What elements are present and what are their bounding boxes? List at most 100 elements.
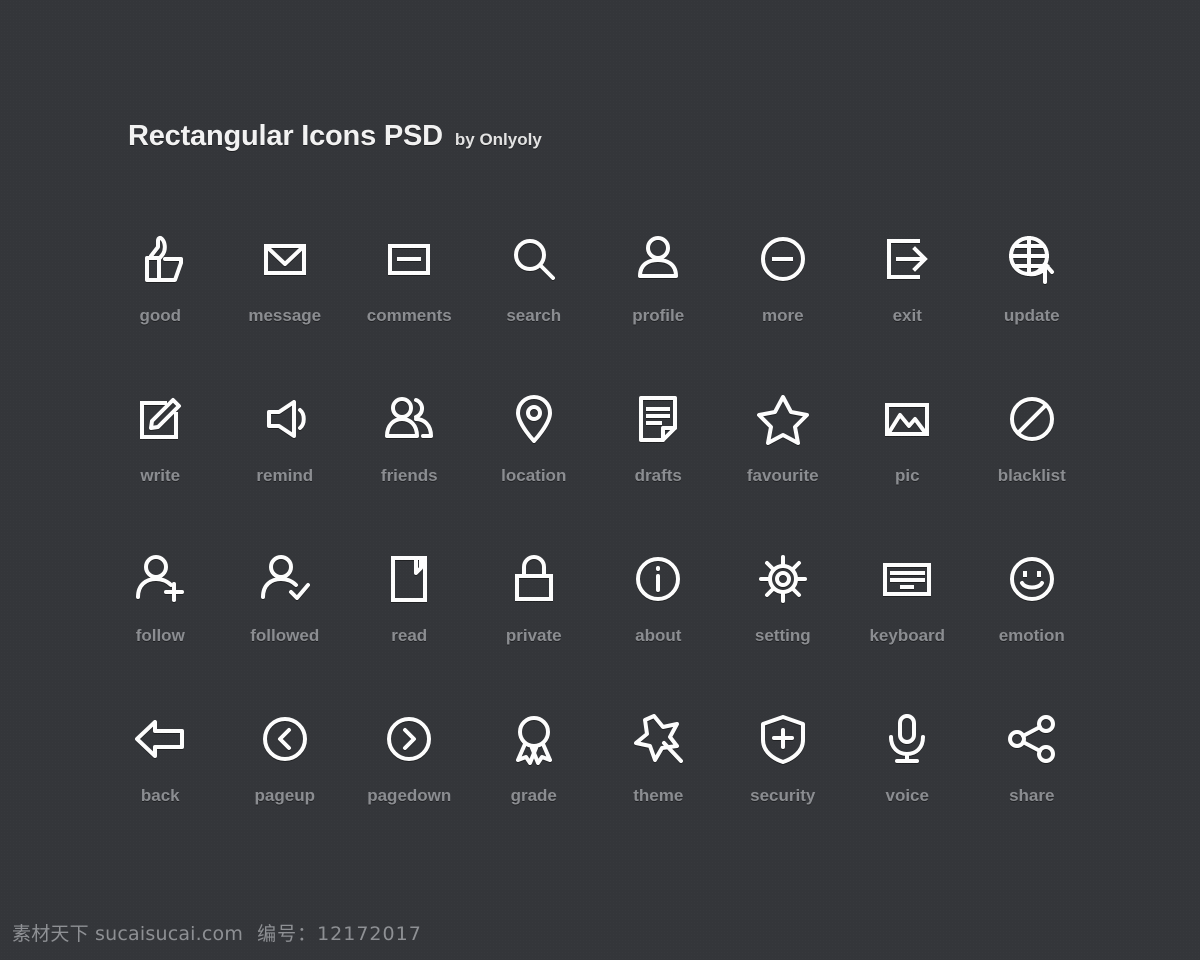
icon-cell-update[interactable]: update: [970, 228, 1095, 388]
icon-label: voice: [885, 786, 929, 805]
icon-cell-read[interactable]: read: [347, 548, 472, 708]
icon-cell-pic[interactable]: pic: [845, 388, 970, 548]
two-people-icon[interactable]: [378, 388, 440, 450]
icon-label: grade: [510, 786, 557, 805]
icon-cell-grade[interactable]: grade: [472, 708, 597, 868]
icon-cell-follow[interactable]: follow: [98, 548, 223, 708]
info-circle-icon[interactable]: [627, 548, 689, 610]
icon-label: theme: [633, 786, 684, 805]
gear-icon[interactable]: [752, 548, 814, 610]
icon-label: emotion: [998, 626, 1065, 645]
share-nodes-icon[interactable]: [1001, 708, 1063, 770]
map-pin-icon[interactable]: [503, 388, 565, 450]
back-arrow-icon[interactable]: [129, 708, 191, 770]
book-icon[interactable]: [378, 548, 440, 610]
icon-cell-more[interactable]: more: [721, 228, 846, 388]
icon-label: pageup: [254, 786, 315, 805]
icon-label: remind: [256, 466, 314, 485]
icon-cell-friends[interactable]: friends: [347, 388, 472, 548]
comment-box-icon[interactable]: [378, 228, 440, 290]
keyboard-icon[interactable]: [876, 548, 938, 610]
pencil-square-icon[interactable]: [129, 388, 191, 450]
envelope-icon[interactable]: [254, 228, 316, 290]
icon-cell-voice[interactable]: voice: [845, 708, 970, 868]
icon-label: share: [1009, 786, 1055, 805]
icon-cell-location[interactable]: location: [472, 388, 597, 548]
chevron-right-circle-icon[interactable]: [378, 708, 440, 770]
icon-cell-setting[interactable]: setting: [721, 548, 846, 708]
icon-cell-remind[interactable]: remind: [223, 388, 348, 548]
icon-cell-security[interactable]: security: [721, 708, 846, 868]
watermark-site: 素材天下 sucaisucai.com: [12, 923, 244, 945]
icon-label: read: [391, 626, 428, 645]
icon-cell-pagedown[interactable]: pagedown: [347, 708, 472, 868]
medal-icon[interactable]: [503, 708, 565, 770]
icon-grid: good message comments search profile more exit…: [98, 228, 1094, 868]
icon-label: profile: [632, 306, 685, 325]
icon-label: about: [635, 626, 682, 645]
icon-cell-message[interactable]: message: [223, 228, 348, 388]
icon-label: exit: [892, 306, 922, 325]
icon-label: private: [505, 626, 562, 645]
icon-cell-drafts[interactable]: drafts: [596, 388, 721, 548]
person-icon[interactable]: [627, 228, 689, 290]
icon-label: drafts: [634, 466, 682, 485]
document-icon[interactable]: [627, 388, 689, 450]
lock-icon[interactable]: [503, 548, 565, 610]
no-entry-icon[interactable]: [1001, 388, 1063, 450]
globe-up-arrow-icon[interactable]: [1001, 228, 1063, 290]
icon-label: comments: [366, 306, 452, 325]
icon-cell-search[interactable]: search: [472, 228, 597, 388]
icon-cell-private[interactable]: private: [472, 548, 597, 708]
icon-label: back: [140, 786, 180, 805]
watermark: 素材天下 sucaisucai.com 编号：12172017: [12, 919, 422, 946]
icon-cell-keyboard[interactable]: keyboard: [845, 548, 970, 708]
icon-sheet: Rectangular Icons PSD by Onlyoly good mes…: [0, 0, 1200, 960]
magnifier-icon[interactable]: [503, 228, 565, 290]
icon-cell-favourite[interactable]: favourite: [721, 388, 846, 548]
smiley-icon[interactable]: [1001, 548, 1063, 610]
icon-cell-share[interactable]: share: [970, 708, 1095, 868]
icon-cell-pageup[interactable]: pageup: [223, 708, 348, 868]
star-icon[interactable]: [752, 388, 814, 450]
icon-label: location: [501, 466, 567, 485]
icon-label: update: [1003, 306, 1060, 325]
icon-label: pic: [894, 466, 920, 485]
icon-cell-followed[interactable]: followed: [223, 548, 348, 708]
thumbs-up-icon[interactable]: [129, 228, 191, 290]
icon-cell-comments[interactable]: comments: [347, 228, 472, 388]
icon-label: setting: [754, 626, 811, 645]
person-check-icon[interactable]: [254, 548, 316, 610]
exit-arrow-icon[interactable]: [876, 228, 938, 290]
icon-label: friends: [380, 466, 438, 485]
icon-cell-about[interactable]: about: [596, 548, 721, 708]
icon-cell-theme[interactable]: theme: [596, 708, 721, 868]
icon-label: favourite: [746, 466, 819, 485]
shield-plus-icon[interactable]: [752, 708, 814, 770]
icon-cell-emotion[interactable]: emotion: [970, 548, 1095, 708]
speaker-icon[interactable]: [254, 388, 316, 450]
chevron-left-circle-icon[interactable]: [254, 708, 316, 770]
icon-label: follow: [135, 626, 185, 645]
watermark-number: 编号：12172017: [257, 923, 422, 945]
icon-label: security: [750, 786, 816, 805]
icon-cell-write[interactable]: write: [98, 388, 223, 548]
magic-wand-icon[interactable]: [627, 708, 689, 770]
icon-label: more: [761, 306, 804, 325]
icon-cell-good[interactable]: good: [98, 228, 223, 388]
page-header: Rectangular Icons PSD by Onlyoly: [128, 120, 542, 153]
icon-label: message: [248, 306, 322, 325]
icon-cell-blacklist[interactable]: blacklist: [970, 388, 1095, 548]
author-byline: by Onlyoly: [454, 130, 542, 149]
icon-cell-profile[interactable]: profile: [596, 228, 721, 388]
page-title: Rectangular Icons PSD: [128, 120, 443, 152]
icon-label: keyboard: [869, 626, 946, 645]
icon-label: good: [139, 306, 182, 325]
circle-ellipsis-icon[interactable]: [752, 228, 814, 290]
person-plus-icon[interactable]: [129, 548, 191, 610]
icon-cell-back[interactable]: back: [98, 708, 223, 868]
icon-label: pagedown: [367, 786, 452, 805]
microphone-icon[interactable]: [876, 708, 938, 770]
photo-icon[interactable]: [876, 388, 938, 450]
icon-cell-exit[interactable]: exit: [845, 228, 970, 388]
